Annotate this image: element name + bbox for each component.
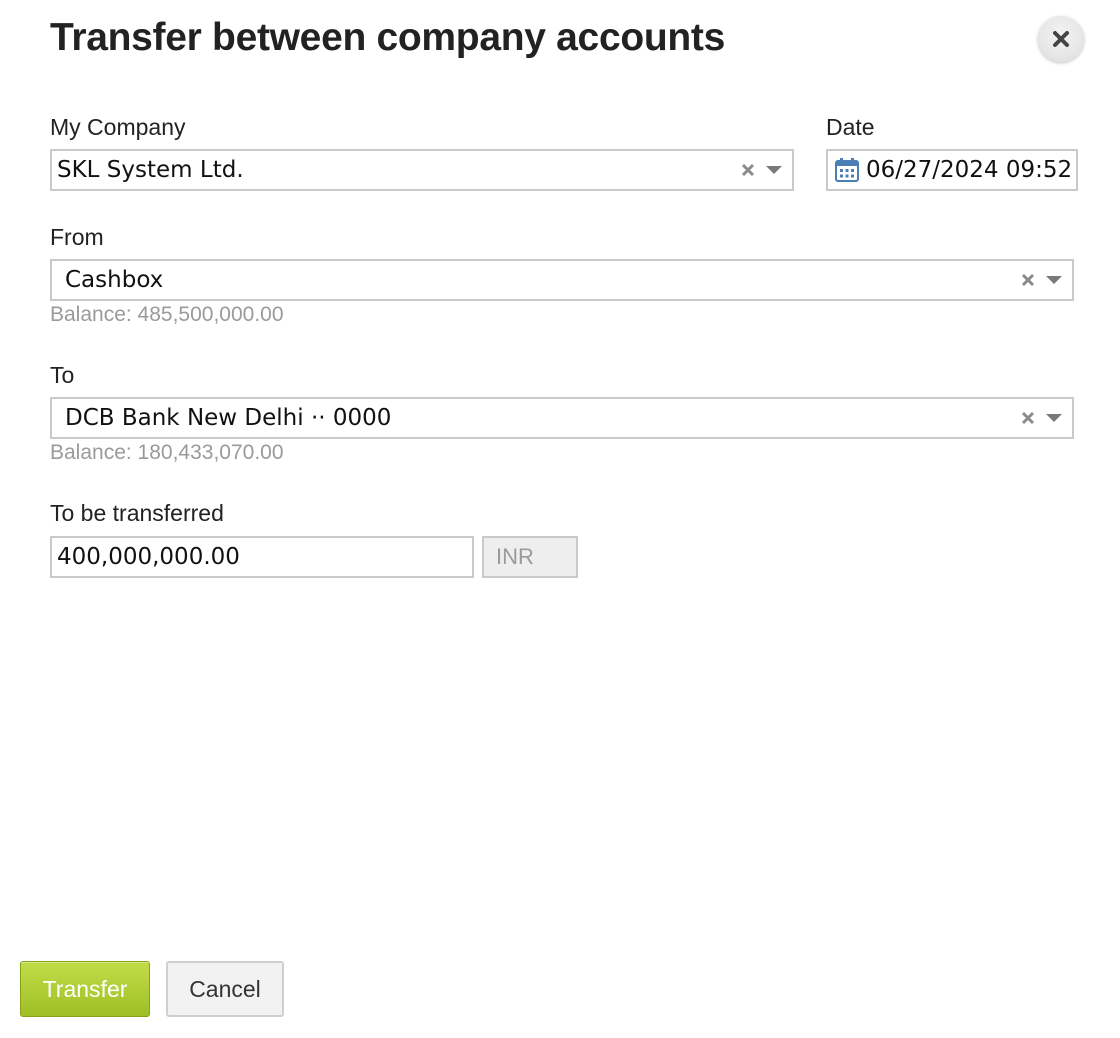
- from-label: From: [50, 224, 104, 250]
- to-select[interactable]: DCB Bank New Delhi ·· 0000: [50, 397, 1074, 439]
- date-label: Date: [826, 114, 875, 140]
- cancel-button[interactable]: Cancel: [166, 961, 284, 1017]
- clear-x-icon[interactable]: [1018, 408, 1038, 428]
- to-balance: Balance: 180,433,070.00: [50, 441, 284, 464]
- close-icon: [1053, 31, 1069, 47]
- currency-field: INR: [482, 536, 578, 578]
- amount-label: To be transferred: [50, 500, 224, 526]
- clear-x-icon[interactable]: [1018, 270, 1038, 290]
- amount-input[interactable]: [50, 536, 474, 578]
- clear-x-icon[interactable]: [738, 160, 758, 180]
- company-label: My Company: [50, 114, 186, 140]
- chevron-down-icon[interactable]: [764, 160, 784, 180]
- chevron-down-icon[interactable]: [1044, 270, 1064, 290]
- to-label: To: [50, 362, 75, 388]
- calendar-icon[interactable]: [834, 157, 860, 183]
- from-balance: Balance: 485,500,000.00: [50, 303, 284, 326]
- chevron-down-icon[interactable]: [1044, 408, 1064, 428]
- transfer-button[interactable]: Transfer: [20, 961, 150, 1017]
- date-value: 06/27/2024 09:52: [866, 157, 1073, 183]
- company-select[interactable]: SKL System Ltd.: [50, 149, 794, 191]
- company-value: SKL System Ltd.: [57, 157, 244, 183]
- close-button[interactable]: [1038, 16, 1084, 62]
- from-select[interactable]: Cashbox: [50, 259, 1074, 301]
- dialog-title: Transfer between company accounts: [50, 16, 725, 59]
- to-value: DCB Bank New Delhi ·· 0000: [65, 405, 392, 431]
- date-field[interactable]: 06/27/2024 09:52: [826, 149, 1078, 191]
- from-value: Cashbox: [65, 267, 164, 293]
